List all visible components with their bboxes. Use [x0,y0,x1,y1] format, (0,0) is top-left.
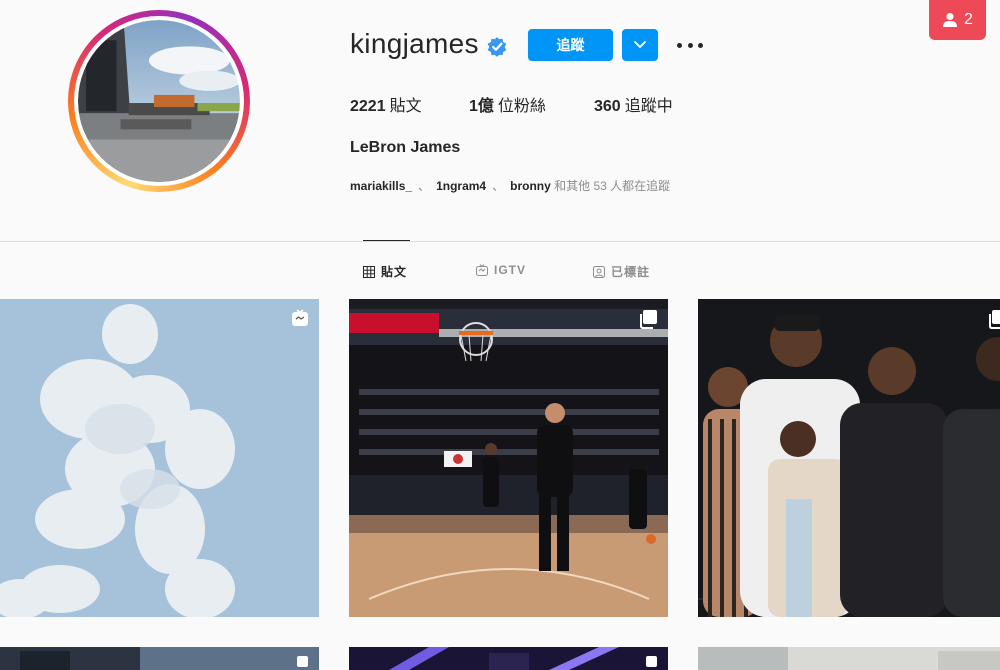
post-tile[interactable] [698,647,1000,670]
carousel-icon [989,310,1000,329]
avatar-photo [78,20,240,182]
tab-label: 已標註 [611,265,651,279]
post-image [349,647,668,670]
post-tile[interactable] [349,647,668,670]
tab-posts[interactable]: 貼文 [363,263,407,280]
tab-tagged[interactable]: 已標註 [593,263,650,280]
post-tile[interactable] [0,647,319,670]
tab-label: IGTV [494,263,527,277]
notification-badge[interactable]: 2 [929,0,986,40]
carousel-icon [297,656,308,667]
post-tile[interactable] [0,299,319,617]
post-tile[interactable] [349,299,668,617]
followers-count-value: 1億 [469,98,494,115]
person-icon [943,13,958,27]
post-image-arena [349,299,668,617]
dot-icon [698,42,703,48]
verified-badge-icon [487,37,507,57]
dot-icon [687,42,693,48]
igtv-icon [476,264,488,276]
dot-icon [677,42,682,48]
post-image-family [698,299,1000,617]
follower-username[interactable]: mariakills_ [350,179,412,193]
following-count-label: 追蹤中 [624,98,673,115]
followers-count[interactable]: 1億 位粉絲 [469,92,546,116]
suggestions-dropdown-button[interactable] [622,29,658,61]
separator: 、 [418,179,431,193]
grid-icon [363,265,375,278]
tab-label: 貼文 [381,265,408,279]
separator: 、 [492,179,505,193]
tab-igtv[interactable]: IGTV [476,263,526,277]
profile-avatar[interactable] [68,10,250,192]
following-count[interactable]: 360 追蹤中 [594,92,673,116]
following-count-value: 360 [594,98,621,115]
follower-username[interactable]: 1ngram4 [436,179,486,193]
active-tab-indicator [363,240,410,241]
follower-username[interactable]: bronny [510,179,551,193]
posts-count-label: 貼文 [389,98,422,115]
followers-count-label: 位粉絲 [497,98,546,115]
tagged-icon [593,265,605,278]
post-image [0,647,319,670]
post-tile[interactable] [698,299,1000,617]
posts-count-value: 2221 [350,98,386,115]
profile-full-name: LeBron James [350,139,461,156]
post-image [698,647,1000,670]
follow-button[interactable]: 追蹤 [528,29,613,61]
profile-header: kingjames 追蹤 2221 貼文 1億 位粉絲 360 追蹤中 LeBron … [0,0,1000,240]
carousel-icon [640,310,657,329]
chevron-down-icon [634,41,646,49]
posts-count: 2221 貼文 [350,92,422,116]
more-options-button[interactable] [677,36,703,54]
notification-count: 2 [964,11,973,28]
followed-by-suffix: 和其他 53 人都在追蹤 [554,179,671,193]
followed-by[interactable]: mariakills_ 、 1ngram4 、 bronny 和其他 53 人都在追蹤 [350,177,670,194]
carousel-icon [646,656,657,667]
profile-username: kingjames [350,28,479,59]
tabs-divider [0,241,1000,242]
igtv-icon [292,309,308,326]
post-image-clouds [0,299,319,617]
